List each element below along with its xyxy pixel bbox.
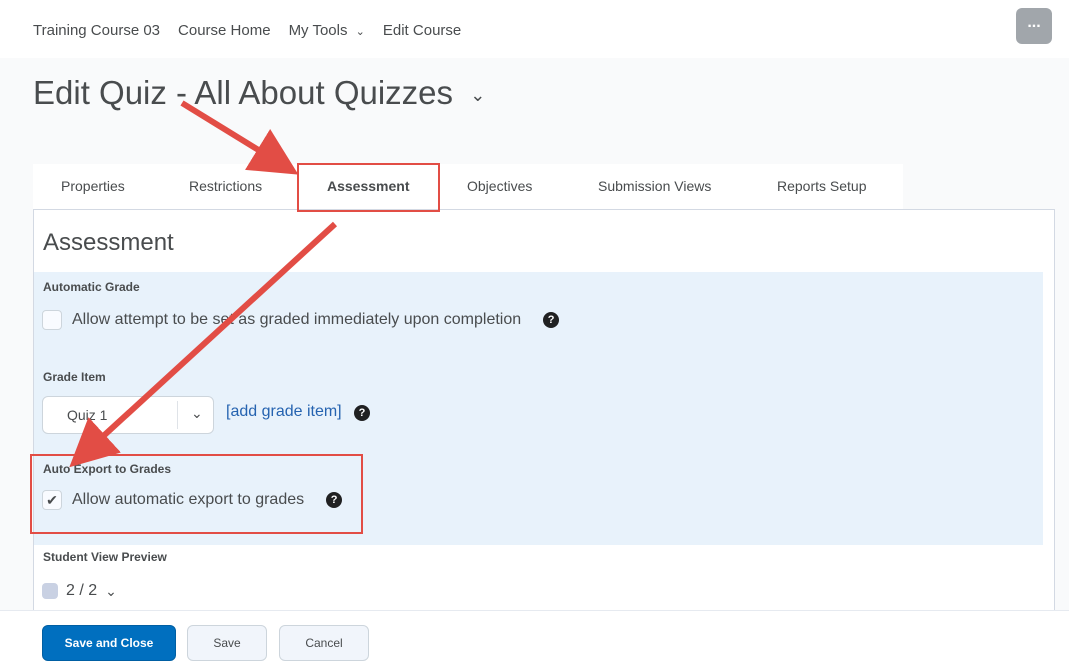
- annotation-arrows: [69, 100, 338, 468]
- arrow-to-assessment-tab: [180, 100, 299, 175]
- arrow-to-auto-export: [69, 221, 338, 468]
